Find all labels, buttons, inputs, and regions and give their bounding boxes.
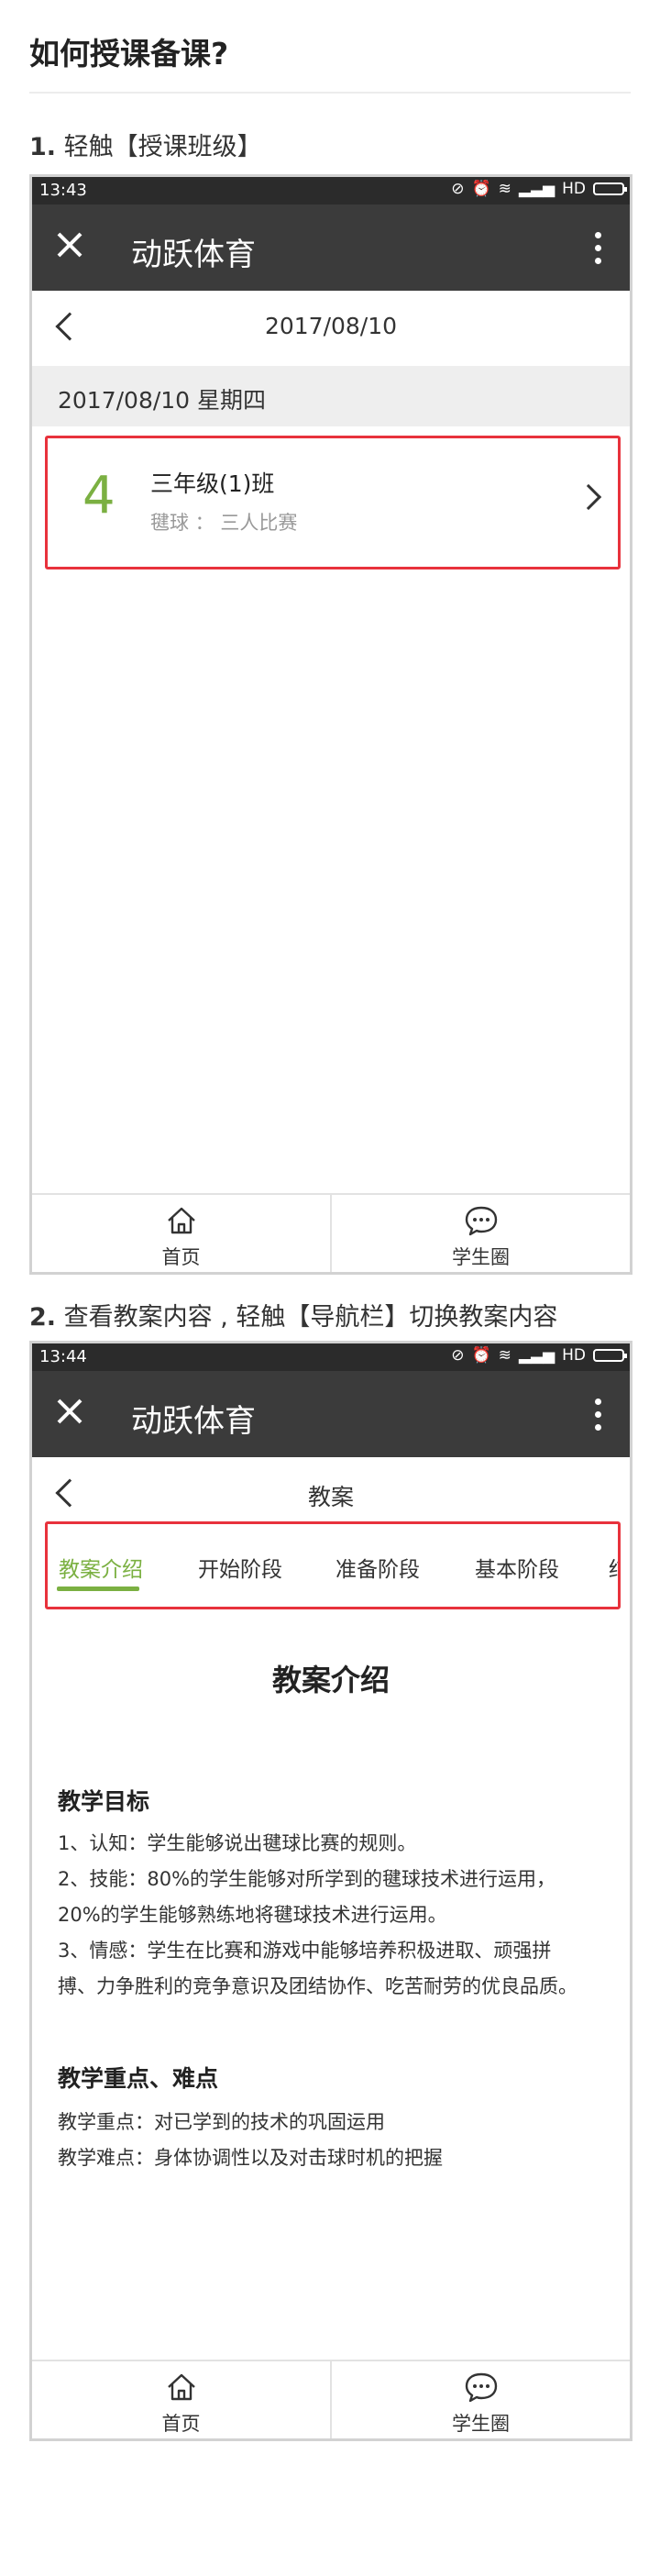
tab-end-phase[interactable]: 结束 (609, 1552, 618, 1583)
teaching-goals-line: 20%的学生能够熟练地将毽球技术进行运用。 (58, 1904, 447, 1926)
alarm-icon: ⏰ (471, 1346, 491, 1365)
step-1-text: 轻触【授课班级】 (63, 133, 262, 161)
nav-bar: 教案 (32, 1457, 630, 1521)
class-name: 三年级(1)班 (150, 470, 275, 497)
wifi-icon: ≋ (498, 180, 512, 198)
date-header-text: 2017/08/10 星期四 (58, 387, 267, 414)
network-type: HD (562, 1346, 586, 1365)
teaching-goals-line: 1、认知：学生能够说出毽球比赛的规则。 (58, 1832, 417, 1854)
close-icon[interactable] (52, 1393, 89, 1430)
status-time: 13:44 (39, 1347, 87, 1366)
title-divider (29, 92, 631, 94)
nav-bar: 2017/08/10 (32, 291, 630, 366)
tab-student-circle[interactable]: 学生圈 (330, 1195, 630, 1272)
battery-icon (593, 1349, 627, 1362)
section-key-points-title: 教学重点、难点 (58, 2065, 219, 2092)
signal-icon: ▂▃▅ (518, 1346, 556, 1365)
bottom-tab-bar: 首页 学生圈 (32, 1193, 630, 1272)
bottom-tab-bar: 首页 学生圈 (32, 2360, 630, 2438)
teaching-goals-line: 2、技能：80%的学生能够对所学到的毽球技术进行运用， (58, 1868, 556, 1890)
tab-home-label: 首页 (161, 1246, 201, 1268)
status-icons: ⊘ ⏰ ≋ ▂▃▅ HD (451, 1346, 627, 1365)
tab-prepare-phase[interactable]: 准备阶段 (336, 1552, 420, 1583)
step-2-number: 2. (29, 1303, 57, 1332)
class-lesson-count: 4 (82, 466, 116, 525)
status-bar: 13:43 ⊘ ⏰ ≋ ▂▃▅ HD (32, 177, 630, 205)
key-points-line: 教学重点：对已学到的技术的巩固运用 (58, 2111, 385, 2133)
lesson-doc-heading: 教案介绍 (271, 1663, 390, 1697)
more-menu-icon[interactable] (595, 1399, 602, 1435)
date-header: 2017/08/10 星期四 (32, 366, 630, 426)
phone-screenshot-1: 13:43 ⊘ ⏰ ≋ ▂▃▅ HD 动跃体育 2017/08/10 2017/… (29, 174, 632, 1275)
home-icon (167, 1207, 195, 1234)
tab-student-circle-label: 学生圈 (452, 2413, 510, 2435)
section-teaching-goals-title: 教学目标 (58, 1788, 150, 1815)
tab-student-circle[interactable]: 学生圈 (330, 2361, 630, 2438)
app-title: 动跃体育 (131, 237, 256, 273)
alarm-icon: ⏰ (471, 180, 491, 198)
teaching-goals-line: 搏、力争胜利的竞争意识及团结协作、吃苦耐劳的优良品质。 (58, 1975, 578, 1997)
key-points-line: 教学难点：身体协调性以及对击球时机的把握 (58, 2147, 443, 2169)
status-icons: ⊘ ⏰ ≋ ▂▃▅ HD (451, 180, 627, 198)
chat-bubble-icon (465, 2372, 497, 2403)
app-title: 动跃体育 (131, 1403, 256, 1440)
tab-student-circle-label: 学生圈 (452, 1246, 510, 1268)
silent-icon: ⊘ (451, 1346, 465, 1365)
active-tab-indicator (57, 1587, 139, 1591)
more-menu-icon[interactable] (595, 232, 602, 269)
tab-start-phase[interactable]: 开始阶段 (198, 1552, 282, 1583)
class-list-item[interactable]: 4 三年级(1)班 毽球 ： 三人比赛 (45, 436, 621, 569)
step-1-caption: 1. 轻触【授课班级】 (29, 127, 262, 162)
chevron-right-icon (575, 483, 602, 511)
tab-home-label: 首页 (161, 2413, 201, 2435)
app-bar: 动跃体育 (32, 205, 630, 291)
nav-title: 教案 (307, 1484, 354, 1510)
phone-screenshot-2: 13:44 ⊘ ⏰ ≋ ▂▃▅ HD 动跃体育 教案 教案介绍 开始阶段 准备阶… (29, 1341, 632, 2441)
step-2-caption: 2. 查看教案内容 , 轻触【导航栏】切换教案内容 (29, 1297, 557, 1332)
status-time: 13:43 (39, 181, 87, 200)
nav-title-date: 2017/08/10 (264, 313, 398, 339)
silent-icon: ⊘ (451, 180, 465, 198)
status-bar: 13:44 ⊘ ⏰ ≋ ▂▃▅ HD (32, 1343, 630, 1371)
step-1-number: 1. (29, 133, 57, 161)
close-icon[interactable] (52, 227, 89, 263)
teaching-goals-line: 3、情感：学生在比赛和游戏中能够培养积极进取、顽强拼 (58, 1940, 552, 1962)
wifi-icon: ≋ (498, 1346, 512, 1365)
home-icon (167, 2373, 195, 2401)
tab-basic-phase[interactable]: 基本阶段 (475, 1552, 559, 1583)
page-title: 如何授课备课? (29, 36, 229, 72)
signal-icon: ▂▃▅ (518, 180, 556, 198)
app-bar: 动跃体育 (32, 1371, 630, 1457)
step-2-text: 查看教案内容 , 轻触【导航栏】切换教案内容 (63, 1303, 558, 1332)
class-subtitle: 毽球 ： 三人比赛 (150, 512, 298, 534)
tab-home[interactable]: 首页 (32, 2361, 330, 2438)
battery-icon (593, 182, 627, 195)
tab-home[interactable]: 首页 (32, 1195, 330, 1272)
lesson-plan-tabs: 教案介绍 开始阶段 准备阶段 基本阶段 结束 (45, 1521, 621, 1609)
network-type: HD (562, 180, 586, 198)
chat-bubble-icon (465, 1206, 497, 1236)
tab-lesson-intro[interactable]: 教案介绍 (59, 1552, 143, 1583)
